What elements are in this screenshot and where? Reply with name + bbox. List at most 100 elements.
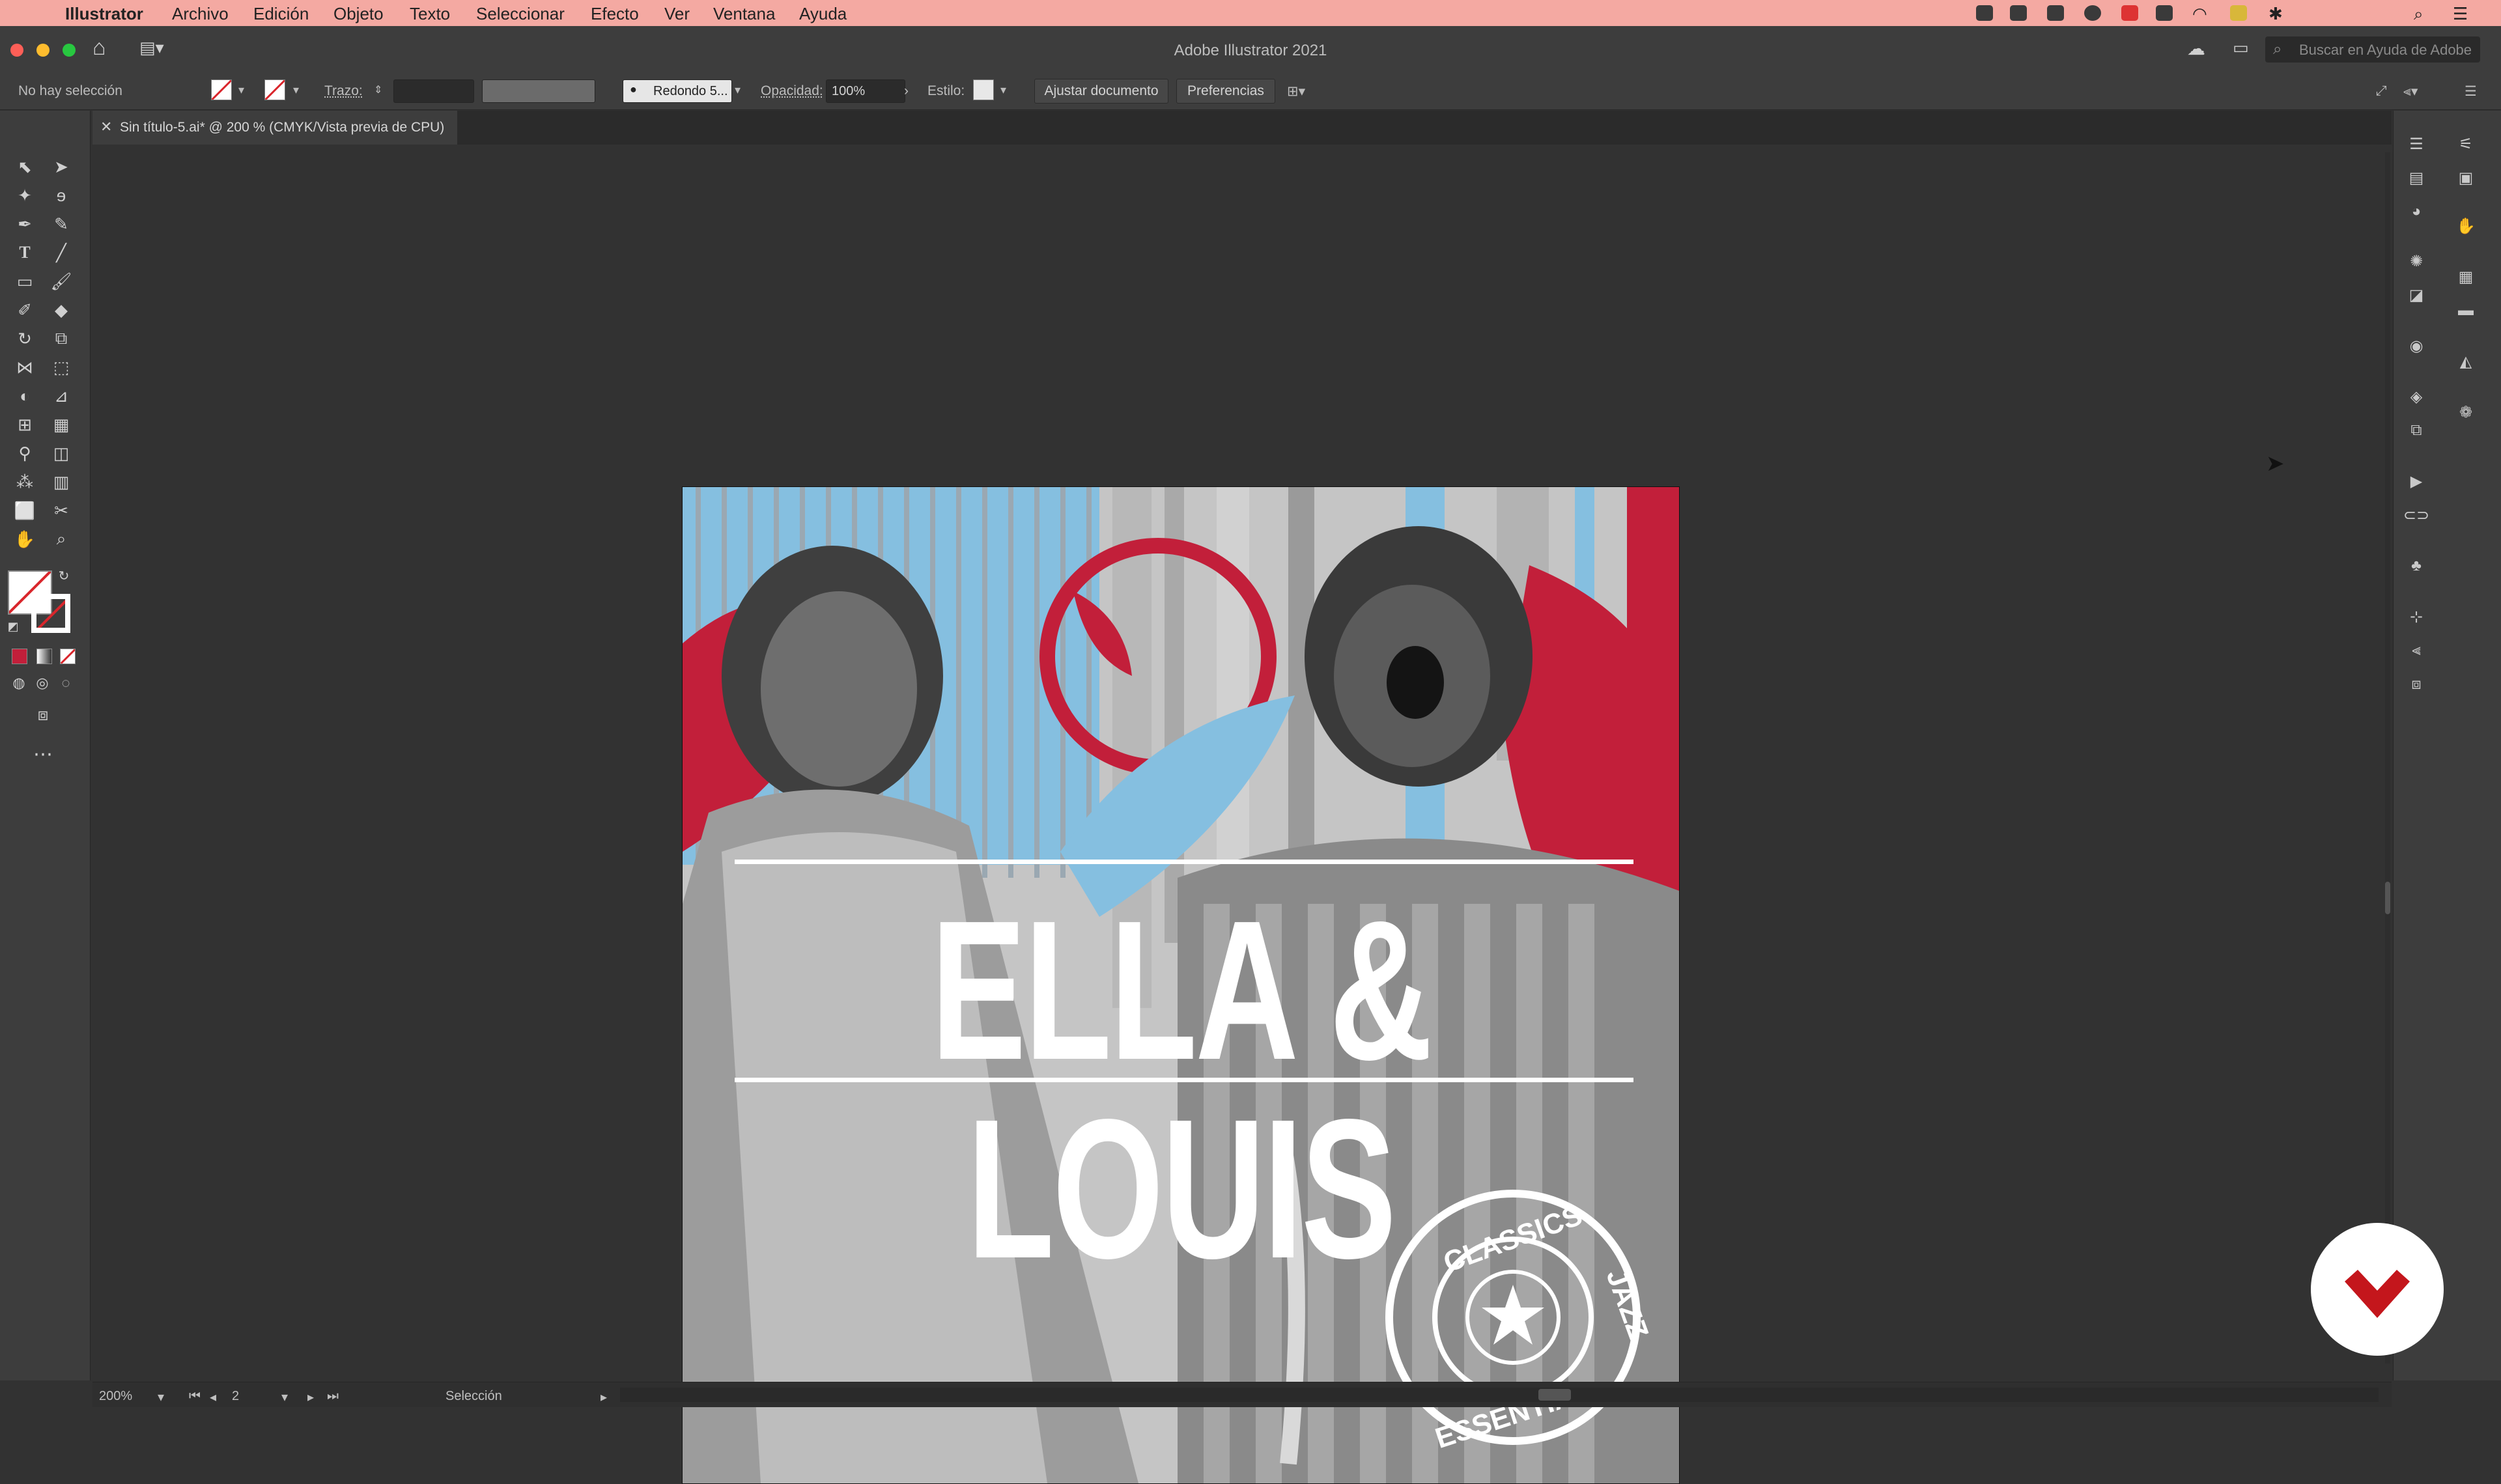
width-tool-icon[interactable]: ⋈ <box>10 353 39 382</box>
gradient-tool-icon[interactable]: ▦ <box>47 410 76 439</box>
arrange-documents-icon[interactable]: ▭ <box>2233 38 2249 58</box>
first-artboard-icon[interactable]: ⏮ <box>189 1389 201 1404</box>
horizontal-scrollbar[interactable] <box>620 1388 2379 1402</box>
layers-panel-icon[interactable]: ◈ <box>2405 385 2427 408</box>
scale-tool-icon[interactable]: ⧉ <box>47 324 76 353</box>
screen-mode-icon[interactable]: ⧈ <box>29 701 57 729</box>
selection-tool-icon[interactable]: ⬉ <box>10 152 39 181</box>
stroke-label[interactable]: Trazo: <box>324 83 363 99</box>
menu-efecto[interactable]: Efecto <box>591 4 639 24</box>
fit-document-button[interactable]: Ajustar documento <box>1034 79 1168 104</box>
draw-normal-icon[interactable]: ◍ <box>8 672 30 694</box>
artboard-dropdown-icon[interactable]: ▾ <box>281 1389 288 1405</box>
appearance-panel-icon[interactable]: ◉ <box>2405 335 2427 357</box>
curvature-tool-icon[interactable]: ✎ <box>47 210 76 238</box>
input-source-flag-icon[interactable] <box>2230 5 2247 21</box>
opacity-input[interactable]: 100% <box>826 79 905 103</box>
control-bar-menu-icon[interactable]: ☰ <box>2465 83 2477 100</box>
edit-toolbar-icon[interactable]: ⋯ <box>29 740 57 768</box>
next-artboard-icon[interactable]: ▸ <box>307 1389 314 1405</box>
display-icon[interactable] <box>2156 5 2173 21</box>
none-mode-icon[interactable] <box>60 649 76 664</box>
zoom-level[interactable]: 200% <box>99 1389 132 1404</box>
menu-ayuda[interactable]: Ayuda <box>799 4 847 24</box>
draw-inside-icon[interactable]: ◌ <box>55 672 77 694</box>
menu-ventana[interactable]: Ventana <box>713 4 775 24</box>
style-dropdown-icon[interactable]: ▾ <box>1000 83 1006 97</box>
creative-cloud-icon[interactable] <box>1976 5 1993 21</box>
swap-fill-stroke-icon[interactable]: ↻ <box>55 567 73 585</box>
fullscreen-icon[interactable]: ⤢ <box>2376 83 2387 99</box>
actions-panel-icon[interactable]: ▶ <box>2405 470 2427 492</box>
direct-selection-tool-icon[interactable]: ➤ <box>47 152 76 181</box>
mesh-tool-icon[interactable]: ⊞ <box>10 410 39 439</box>
brushes-panel-icon[interactable]: ✺ <box>2405 250 2427 272</box>
pen-tool-icon[interactable]: ✒ <box>10 210 39 238</box>
notification-center-icon[interactable]: ☰ <box>2453 4 2468 24</box>
slice-tool-icon[interactable]: ✂ <box>47 496 76 525</box>
arrange-icon[interactable]: ⊞▾ <box>1287 83 1305 100</box>
opacity-label[interactable]: Opacidad: <box>761 83 823 99</box>
magic-wand-tool-icon[interactable]: ✦ <box>10 181 39 210</box>
line-tool-icon[interactable]: ╱ <box>47 238 76 267</box>
artboards-panel-icon[interactable]: ⧉ <box>2405 419 2427 441</box>
hand-tool-icon[interactable]: ✋ <box>10 525 39 553</box>
document-tab[interactable]: ✕ Sin título-5.ai* @ 200 % (CMYK/Vista p… <box>92 111 457 145</box>
swatches-panel-icon[interactable]: ▦ <box>2455 266 2477 288</box>
menu-edicion[interactable]: Edición <box>253 4 309 24</box>
artboard-number[interactable]: 2 <box>232 1389 239 1404</box>
artboard-tool-icon[interactable]: ⬜ <box>10 496 39 525</box>
fill-swatch[interactable] <box>211 79 232 100</box>
transparency-panel-icon[interactable]: ◭ <box>2455 350 2477 372</box>
gradient-mode-icon[interactable] <box>36 649 52 664</box>
zoom-dropdown-icon[interactable]: ▾ <box>158 1389 164 1405</box>
menu-texto[interactable]: Texto <box>410 4 450 24</box>
last-artboard-icon[interactable]: ⏭ <box>327 1389 339 1404</box>
symbols-panel-icon[interactable]: ◪ <box>2405 284 2427 306</box>
type-tool-icon[interactable]: T <box>10 238 39 267</box>
shape-builder-tool-icon[interactable]: ◐ <box>10 382 39 410</box>
vertical-scrollbar[interactable] <box>2385 152 2390 1364</box>
perspective-grid-tool-icon[interactable]: ⊿ <box>47 382 76 410</box>
eyedropper-tool-icon[interactable]: ⚲ <box>10 439 39 468</box>
rectangle-tool-icon[interactable]: ▭ <box>10 267 39 296</box>
color-panel-icon[interactable]: ◕ <box>2405 201 2427 223</box>
wifi-icon[interactable]: ◠ <box>2192 4 2207 24</box>
color-mode-icon[interactable] <box>12 649 27 664</box>
free-transform-tool-icon[interactable]: ⬚ <box>47 353 76 382</box>
menu-objeto[interactable]: Objeto <box>333 4 384 24</box>
opacity-expand-icon[interactable]: › <box>904 83 909 99</box>
brush-definition-select[interactable]: ● Redondo 5... <box>623 79 732 103</box>
fill-dropdown-icon[interactable]: ▾ <box>238 83 244 97</box>
brush-dropdown-icon[interactable]: ▾ <box>735 83 741 97</box>
close-tab-icon[interactable]: ✕ <box>100 119 112 135</box>
asset-export-icon[interactable]: ♣ <box>2405 555 2427 577</box>
gradient-panel-icon[interactable]: ▤ <box>2405 167 2427 189</box>
bluetooth-icon[interactable]: ✱ <box>2268 4 2283 24</box>
zoom-tool-icon[interactable]: ⌕ <box>47 525 76 553</box>
horizontal-scroll-thumb[interactable] <box>1538 1389 1571 1401</box>
app-menu[interactable]: Illustrator <box>65 4 143 24</box>
libraries-panel-icon[interactable]: ⚟ <box>2455 133 2477 155</box>
column-graph-tool-icon[interactable]: ▥ <box>47 468 76 496</box>
status-app-icon[interactable] <box>2121 5 2138 21</box>
symbol-sprayer-tool-icon[interactable]: ⁂ <box>10 468 39 496</box>
cloud-document-icon[interactable]: ☁ <box>2187 38 2205 59</box>
default-fill-stroke-icon[interactable]: ◩ <box>4 617 22 636</box>
previous-artboard-icon[interactable]: ◂ <box>210 1389 216 1405</box>
status-menu-icon[interactable]: ▸ <box>601 1389 607 1405</box>
lasso-tool-icon[interactable]: ɘ <box>47 181 76 210</box>
vertical-scroll-thumb[interactable] <box>2385 882 2390 914</box>
paintbrush-tool-icon[interactable]: 🖌 <box>47 267 76 296</box>
align-icon[interactable]: ⫷▾ <box>2403 83 2418 100</box>
dropbox-icon[interactable] <box>2047 5 2064 21</box>
stroke-weight-stepper-icon[interactable]: ⇕ <box>374 83 382 96</box>
stroke-color-widget[interactable] <box>31 594 70 633</box>
align-panel-icon[interactable]: ⫷ <box>2405 639 2427 662</box>
help-search-input[interactable]: ⌕ Buscar en Ayuda de Adobe <box>2265 36 2480 63</box>
variable-width-profile[interactable] <box>482 79 595 103</box>
menu-archivo[interactable]: Archivo <box>172 4 229 24</box>
stroke-weight-input[interactable] <box>393 79 474 103</box>
graphic-style-swatch[interactable] <box>973 79 994 100</box>
stroke-swatch[interactable] <box>264 79 285 100</box>
